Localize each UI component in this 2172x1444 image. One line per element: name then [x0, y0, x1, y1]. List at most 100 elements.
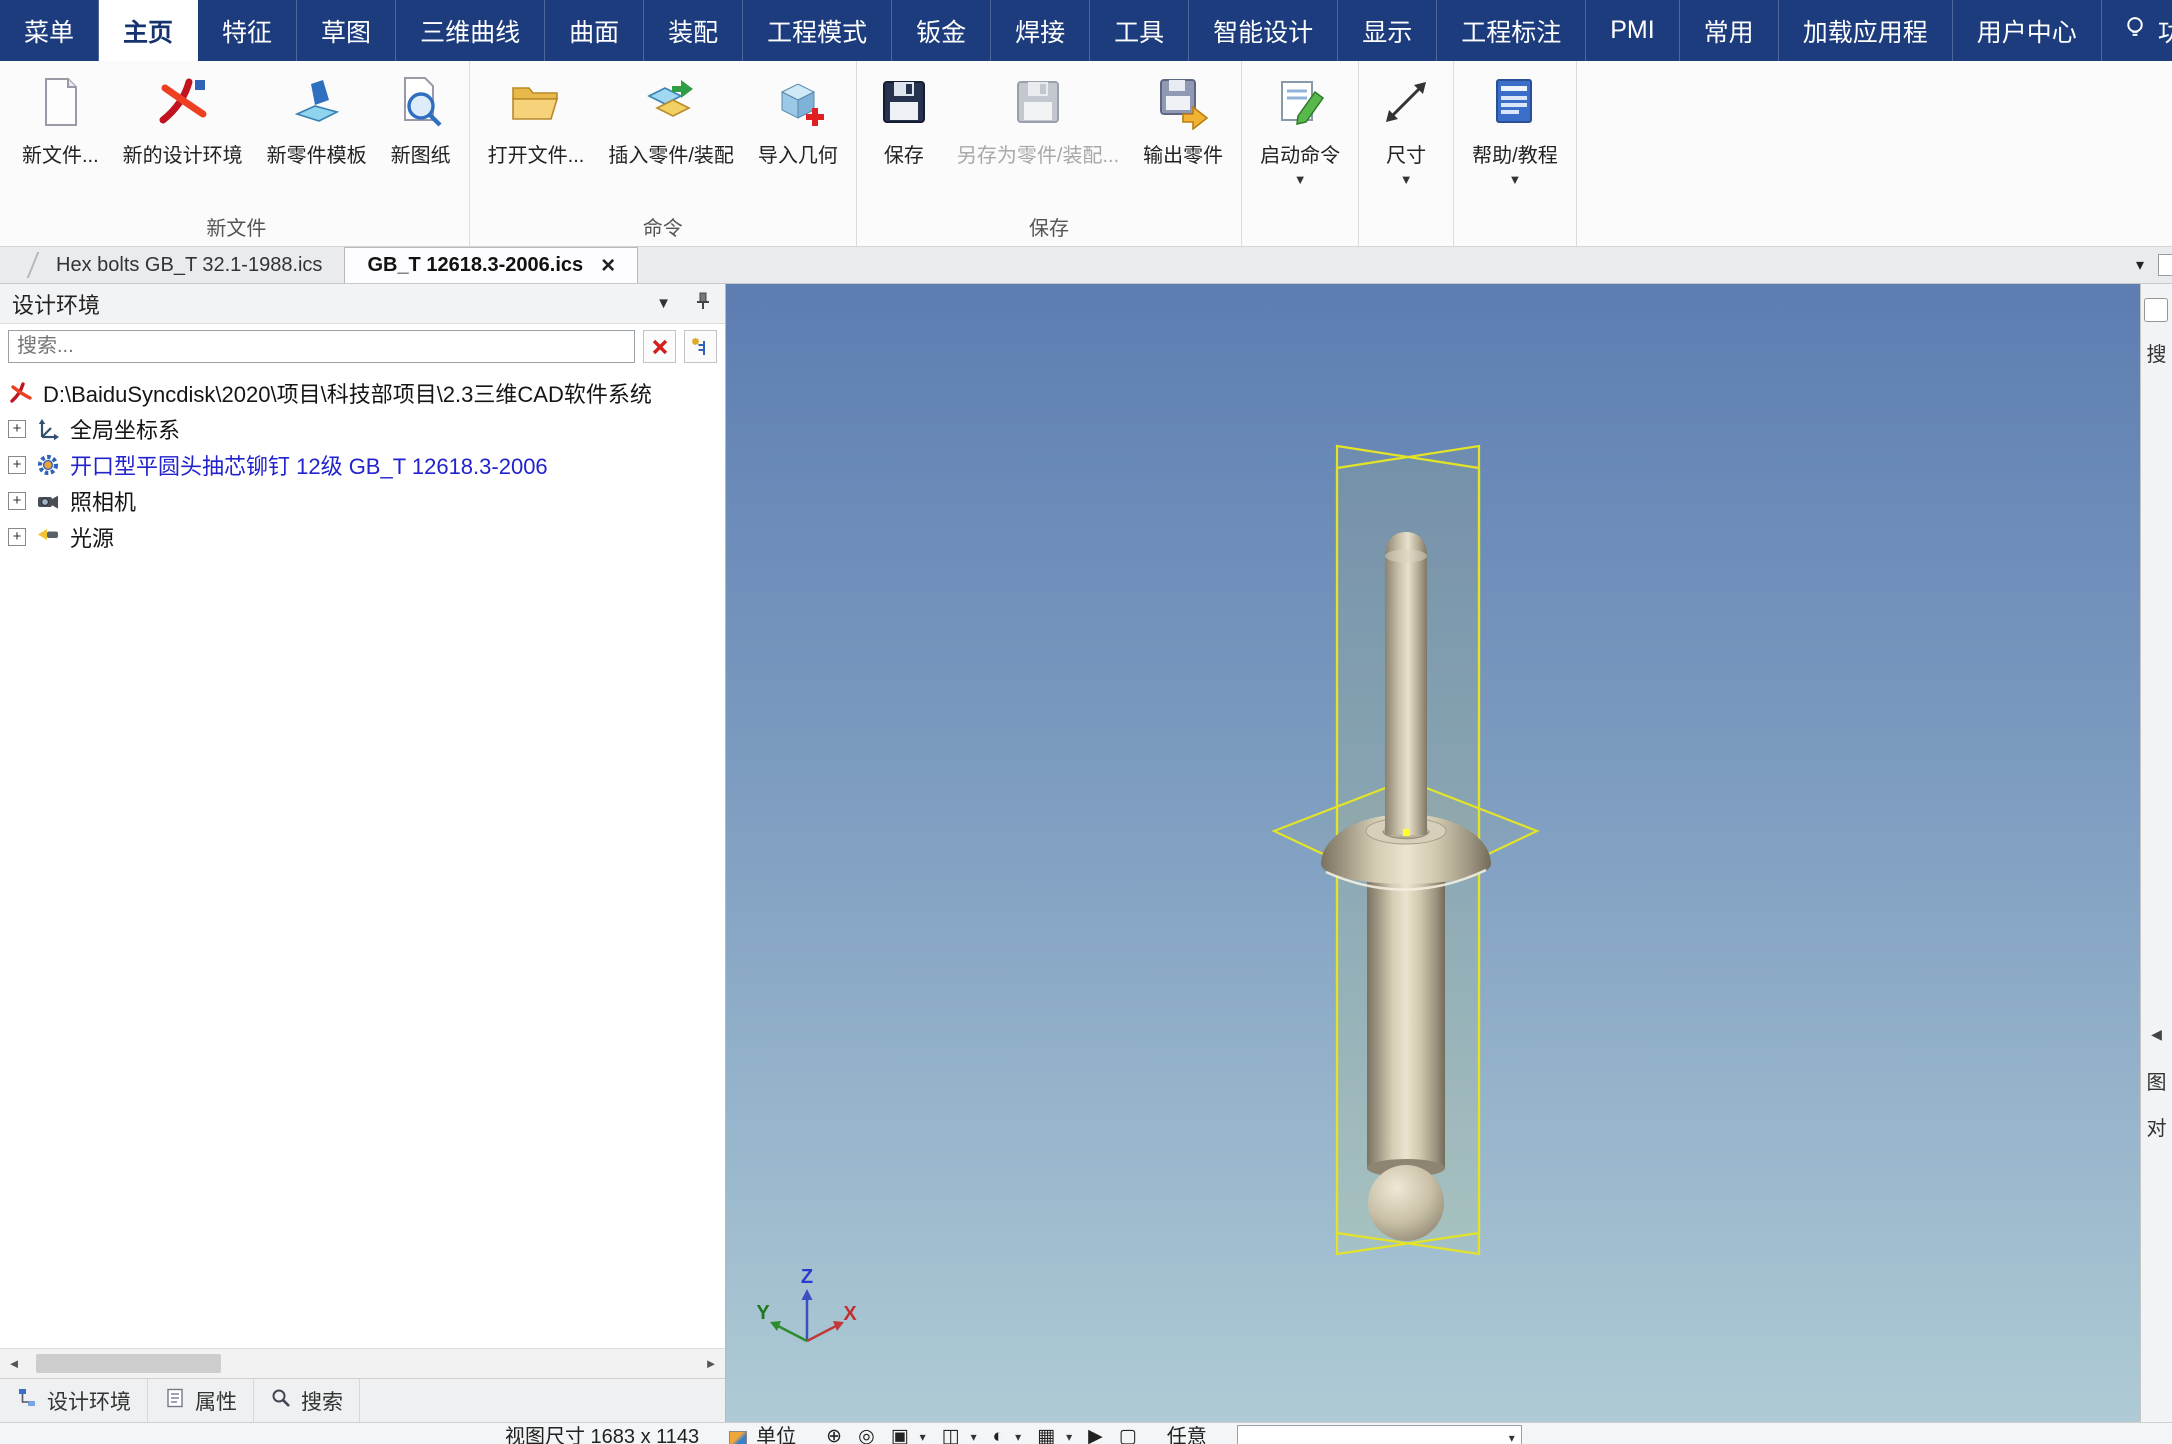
horizontal-scrollbar[interactable]: ◄ ► [0, 1348, 725, 1378]
menu-tab-sheet-metal[interactable]: 钣金 [892, 0, 992, 61]
menu-tab-3d-curve[interactable]: 三维曲线 [396, 0, 546, 61]
new-file-button[interactable]: 新文件... [10, 69, 111, 172]
units-icon [729, 1430, 748, 1444]
menu-tab-home[interactable]: 主页 [99, 0, 199, 61]
play-icon[interactable]: ▶ [1088, 1423, 1103, 1444]
menu-tab-smart-design[interactable]: 智能设计 [1189, 0, 1339, 61]
rivet-mandrel[interactable] [1385, 532, 1427, 835]
tree-item-camera[interactable]: + 照相机 [0, 483, 725, 519]
application-window: 菜单 主页 特征 草图 三维曲线 曲面 装配 工程模式 钣金 焊接 工具 智能设… [0, 0, 2172, 1444]
save-label: 保存 [883, 145, 924, 167]
menu-tab-tools[interactable]: 工具 [1090, 0, 1190, 61]
menu-tab-sketch[interactable]: 草图 [297, 0, 397, 61]
menu-tab-pmi[interactable]: PMI [1586, 0, 1680, 61]
ribbon-toolbar: 新文件... 新的设计环境 新零件模板 新图纸 新文件 打开文件... 插入零件… [0, 61, 2172, 247]
status-dropdown[interactable]: ◫ ▾ [942, 1423, 977, 1444]
new-design-env-icon [154, 73, 212, 131]
import-geometry-button[interactable]: 导入几何 [746, 69, 850, 172]
panel-menu-chevron-icon[interactable]: ▼ [656, 295, 671, 312]
units-control[interactable]: 单位 [729, 1423, 796, 1444]
scroll-left-icon[interactable]: ◄ [0, 1356, 28, 1371]
triad-x-label: X [843, 1303, 857, 1325]
selection-mode-label: 任意 [1166, 1426, 1207, 1444]
expand-icon[interactable]: + [8, 492, 26, 510]
edge-panel-icon[interactable] [2158, 254, 2172, 276]
document-tab-hex-bolts[interactable]: Hex bolts GB_T 32.1-1988.ics [34, 247, 344, 283]
status-combo-box[interactable]: ▾ [1236, 1425, 1522, 1444]
status-icon[interactable]: ◎ [858, 1423, 875, 1444]
menu-tab-feature[interactable]: 特征 [198, 0, 298, 61]
tree-search-input[interactable] [8, 330, 635, 363]
expand-icon[interactable]: + [8, 420, 26, 438]
properties-icon [164, 1387, 186, 1415]
ribbon-group-new-file: 新文件... 新的设计环境 新零件模板 新图纸 新文件 [4, 61, 470, 246]
menu-tab-welding[interactable]: 焊接 [991, 0, 1091, 61]
ribbon-group-commands: 打开文件... 插入零件/装配 导入几何 命令 [470, 61, 857, 246]
menu-tab-surface[interactable]: 曲面 [545, 0, 645, 61]
chevron-down-icon: ▾ [1015, 1430, 1022, 1444]
close-tab-icon[interactable]: × [601, 253, 615, 278]
menu-tab-assembly[interactable]: 装配 [644, 0, 744, 61]
menu-tab-menu[interactable]: 菜单 [0, 0, 100, 61]
tree-item-root-path[interactable]: D:\BaiduSyncdisk\2020\项目\科技部项目\2.3三维CAD软… [0, 375, 725, 411]
locate-in-tree-icon[interactable] [684, 330, 717, 363]
menu-tab-display[interactable]: 显示 [1338, 0, 1438, 61]
status-dropdown[interactable]: ▣ ▾ [891, 1423, 926, 1444]
expand-icon[interactable]: + [8, 528, 26, 546]
tree-item-rivet-part[interactable]: + 开口型平圆头抽芯铆钉 12级 GB_T 12618.3-2006 [0, 447, 725, 483]
insert-part-button[interactable]: 插入零件/装配 [596, 69, 746, 172]
scrollbar-track[interactable] [28, 1349, 697, 1378]
expand-icon[interactable]: + [8, 456, 26, 474]
export-part-button[interactable]: 输出零件 [1131, 69, 1235, 172]
menu-tab-engineering-mode[interactable]: 工程模式 [743, 0, 893, 61]
tab-list-chevron-icon[interactable]: ▾ [2136, 255, 2144, 275]
tab-search[interactable]: 搜索 [254, 1379, 360, 1422]
status-icon[interactable]: ⊕ [826, 1423, 842, 1444]
new-drawing-icon [392, 73, 450, 131]
document-tab-rivet[interactable]: GB_T 12618.3-2006.ics × [344, 247, 639, 283]
status-icon[interactable]: ▢ [1119, 1423, 1137, 1444]
open-file-button[interactable]: 打开文件... [476, 69, 597, 172]
combo-chevron-icon: ▾ [1508, 1430, 1515, 1444]
bulb-icon [2122, 14, 2148, 47]
3d-viewport[interactable]: Z Y X [726, 284, 2140, 1422]
scrollbar-thumb[interactable] [36, 1354, 221, 1373]
open-file-label: 打开文件... [487, 145, 585, 167]
status-dropdown[interactable]: ▦ ▾ [1037, 1423, 1072, 1444]
menu-tab-user-center[interactable]: 用户中心 [1953, 0, 2102, 61]
right-tab-view[interactable]: 图 [2141, 1066, 2172, 1095]
scroll-right-icon[interactable]: ► [697, 1356, 725, 1371]
right-tab-object[interactable]: 对 [2141, 1112, 2172, 1141]
dimension-button[interactable]: 尺寸 ▼ [1365, 69, 1447, 191]
new-drawing-button[interactable]: 新图纸 [379, 69, 463, 172]
menu-tab-common[interactable]: 常用 [1680, 0, 1779, 61]
save-as-button[interactable]: 另存为零件/装配... [945, 69, 1131, 172]
tree-item-global-coordinate-system[interactable]: + 全局坐标系 [0, 411, 725, 447]
launch-command-button[interactable]: 启动命令 ▼ [1248, 69, 1352, 191]
new-design-env-button[interactable]: 新的设计环境 [111, 69, 255, 172]
rivet-body[interactable] [1367, 876, 1445, 1168]
chevron-down-icon: ▼ [1399, 172, 1413, 187]
pin-icon[interactable] [693, 291, 713, 317]
help-button[interactable]: 帮助/教程 ▼ [1460, 69, 1570, 191]
menu-tab-annotation[interactable]: 工程标注 [1437, 0, 1587, 61]
status-icon: ◐ [992, 1426, 1005, 1444]
menu-bar: 菜单 主页 特征 草图 三维曲线 曲面 装配 工程模式 钣金 焊接 工具 智能设… [0, 0, 2172, 61]
collapse-panel-icon[interactable]: ◀ [2141, 1026, 2172, 1043]
new-part-template-label: 新零件模板 [266, 145, 367, 167]
right-tab-search[interactable]: 搜 [2141, 338, 2172, 367]
menu-search-area[interactable]: 功 [2102, 0, 2172, 61]
status-dropdown[interactable]: ◐ ▾ [993, 1423, 1022, 1444]
save-button[interactable]: 保存 [863, 69, 945, 172]
right-panel-button[interactable] [2144, 298, 2168, 322]
menu-tab-load-apps[interactable]: 加载应用程 [1779, 0, 1953, 61]
triad-y-label: Y [756, 1302, 770, 1324]
clear-search-button[interactable] [643, 330, 676, 363]
tab-properties[interactable]: 属性 [148, 1379, 254, 1422]
viewport-canvas[interactable]: Z Y X [726, 284, 2140, 1422]
panel-header: 设计环境 ▼ [0, 284, 725, 324]
rivet-ball-end[interactable] [1368, 1165, 1444, 1241]
tree-item-light-source[interactable]: + 光源 [0, 519, 725, 555]
tab-design-environment[interactable]: 设计环境 [0, 1379, 148, 1422]
new-part-template-button[interactable]: 新零件模板 [255, 69, 379, 172]
